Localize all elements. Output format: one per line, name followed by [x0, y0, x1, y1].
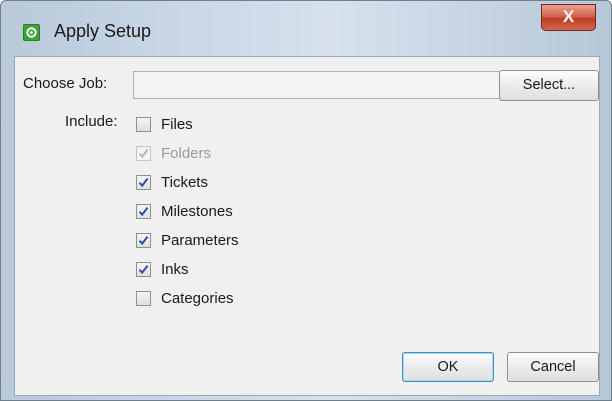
- cancel-button[interactable]: Cancel: [507, 352, 599, 382]
- checkbox[interactable]: [136, 233, 151, 248]
- ok-button[interactable]: OK: [402, 352, 494, 382]
- checkmark-icon: [138, 206, 149, 217]
- checkbox-label: Categories: [161, 290, 234, 307]
- checkmark-icon: [138, 264, 149, 275]
- app-gear-icon: [23, 24, 40, 41]
- checkbox[interactable]: [136, 117, 151, 132]
- checkmark-icon: [138, 148, 149, 159]
- include-label: Include:: [65, 113, 118, 130]
- dialog-content: Choose Job: Select... Include: Files Fold…: [14, 56, 600, 396]
- checkmark-icon: [138, 235, 149, 246]
- checkbox: [136, 146, 151, 161]
- checkbox[interactable]: [136, 291, 151, 306]
- select-button[interactable]: Select...: [499, 70, 599, 101]
- checkbox-label: Folders: [161, 145, 212, 162]
- close-button[interactable]: X: [541, 4, 596, 31]
- checkmark-icon: [138, 177, 149, 188]
- choose-job-label: Choose Job:: [23, 75, 108, 92]
- checkbox[interactable]: [136, 175, 151, 190]
- checkbox-label: Tickets: [161, 174, 208, 191]
- checkbox-label: Parameters: [161, 232, 239, 249]
- dialog-window: Apply Setup X Choose Job: Select... Incl…: [0, 0, 612, 401]
- title-bar[interactable]: Apply Setup X: [1, 1, 612, 57]
- checkbox-label: Milestones: [161, 203, 233, 220]
- checkbox-label: Inks: [161, 261, 189, 278]
- checkbox[interactable]: [136, 262, 151, 277]
- checkbox[interactable]: [136, 204, 151, 219]
- window-title: Apply Setup: [54, 21, 152, 41]
- checkbox-label: Files: [161, 116, 193, 133]
- choose-job-input[interactable]: [133, 71, 504, 99]
